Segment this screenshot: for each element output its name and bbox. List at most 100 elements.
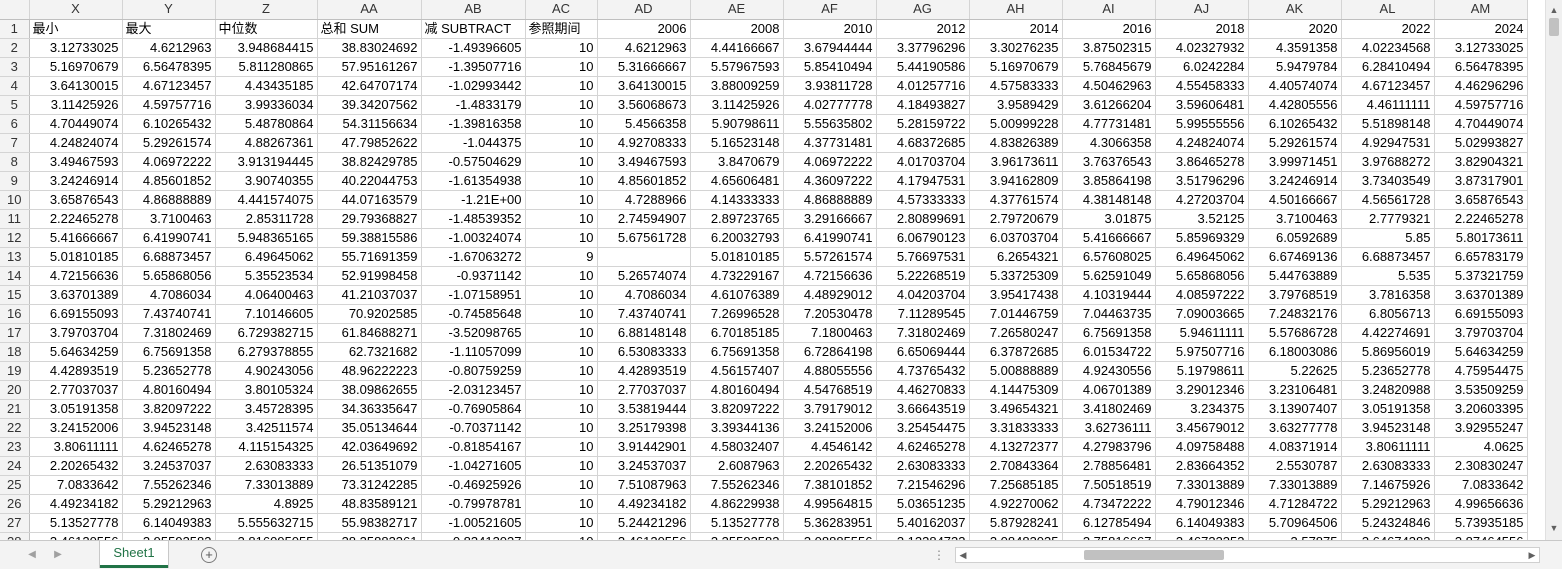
cell-aa14[interactable]: 52.91998458 (317, 266, 422, 286)
cell-af16[interactable]: 7.20530478 (783, 304, 877, 324)
cell-af26[interactable]: 4.99564815 (783, 494, 877, 514)
row-header[interactable]: 12 (0, 228, 30, 248)
cell-al6[interactable]: 5.51898148 (1341, 114, 1435, 134)
row-header[interactable]: 18 (0, 342, 30, 362)
cell-ah27[interactable]: 5.87928241 (969, 513, 1063, 533)
cell-ak1[interactable]: 2020 (1248, 19, 1342, 39)
cell-ag7[interactable]: 4.68372685 (876, 133, 970, 153)
cell-ai27[interactable]: 6.12785494 (1062, 513, 1156, 533)
cell-x19[interactable]: 4.42893519 (29, 361, 123, 381)
column-header-z[interactable]: Z (215, 0, 318, 20)
column-header-ae[interactable]: AE (690, 0, 784, 20)
row-header[interactable]: 7 (0, 133, 30, 153)
cell-ak19[interactable]: 5.22625 (1248, 361, 1342, 381)
cell-ad20[interactable]: 2.77037037 (597, 380, 691, 400)
cell-ah3[interactable]: 5.16970679 (969, 57, 1063, 77)
cell-ai2[interactable]: 3.87502315 (1062, 38, 1156, 58)
cell-aa20[interactable]: 38.09862655 (317, 380, 422, 400)
cell-ak17[interactable]: 5.57686728 (1248, 323, 1342, 343)
cell-z12[interactable]: 5.948365165 (215, 228, 318, 248)
cell-x10[interactable]: 3.65876543 (29, 190, 123, 210)
cell-ak11[interactable]: 3.7100463 (1248, 209, 1342, 229)
cell-am4[interactable]: 4.46296296 (1434, 76, 1528, 96)
cell-aa3[interactable]: 57.95161267 (317, 57, 422, 77)
cell-x17[interactable]: 3.79703704 (29, 323, 123, 343)
cell-aa27[interactable]: 55.98382717 (317, 513, 422, 533)
cell-z3[interactable]: 5.811280865 (215, 57, 318, 77)
cell-ac25[interactable]: 10 (525, 475, 598, 495)
cell-ad13[interactable] (597, 247, 691, 267)
column-header-ac[interactable]: AC (525, 0, 598, 20)
cell-ag21[interactable]: 3.66643519 (876, 399, 970, 419)
cell-ag26[interactable]: 5.03651235 (876, 494, 970, 514)
cell-ai23[interactable]: 4.27983796 (1062, 437, 1156, 457)
cell-ae17[interactable]: 6.70185185 (690, 323, 784, 343)
cell-ab21[interactable]: -0.76905864 (421, 399, 526, 419)
cell-ai25[interactable]: 7.50518519 (1062, 475, 1156, 495)
row-header[interactable]: 14 (0, 266, 30, 286)
cell-y17[interactable]: 7.31802469 (122, 323, 216, 343)
column-header-al[interactable]: AL (1341, 0, 1435, 20)
cell-x27[interactable]: 5.13527778 (29, 513, 123, 533)
cell-y9[interactable]: 4.85601852 (122, 171, 216, 191)
scroll-right-icon[interactable]: ▶ (1525, 548, 1539, 562)
cell-ab20[interactable]: -2.03123457 (421, 380, 526, 400)
cell-ak4[interactable]: 4.40574074 (1248, 76, 1342, 96)
cell-ag14[interactable]: 5.22268519 (876, 266, 970, 286)
cell-ab13[interactable]: -1.67063272 (421, 247, 526, 267)
cell-x25[interactable]: 7.0833642 (29, 475, 123, 495)
cell-aa18[interactable]: 62.7321682 (317, 342, 422, 362)
cell-am9[interactable]: 3.87317901 (1434, 171, 1528, 191)
cell-ak7[interactable]: 5.29261574 (1248, 133, 1342, 153)
cell-y10[interactable]: 4.86888889 (122, 190, 216, 210)
cell-ae27[interactable]: 5.13527778 (690, 513, 784, 533)
cell-x5[interactable]: 3.11425926 (29, 95, 123, 115)
cell-x15[interactable]: 3.63701389 (29, 285, 123, 305)
cell-table[interactable]: X Y Z AA AB AC AD AE AF AG AH AI AJ AK AL AM 1 最小 最大 中位数 总和… (0, 0, 1528, 540)
cell-aj8[interactable]: 3.86465278 (1155, 152, 1249, 172)
cell-ac11[interactable]: 10 (525, 209, 598, 229)
cell-af24[interactable]: 2.20265432 (783, 456, 877, 476)
cell-z24[interactable]: 2.63083333 (215, 456, 318, 476)
column-header-ai[interactable]: AI (1062, 0, 1156, 20)
cell-ad15[interactable]: 4.7086034 (597, 285, 691, 305)
cell-ah4[interactable]: 4.57583333 (969, 76, 1063, 96)
cell-ak16[interactable]: 7.24832176 (1248, 304, 1342, 324)
cell-z22[interactable]: 3.42511574 (215, 418, 318, 438)
cell-al4[interactable]: 4.67123457 (1341, 76, 1435, 96)
cell-ab19[interactable]: -0.80759259 (421, 361, 526, 381)
select-all-corner[interactable] (0, 0, 30, 20)
cell-ae2[interactable]: 4.44166667 (690, 38, 784, 58)
cell-ak18[interactable]: 6.18003086 (1248, 342, 1342, 362)
cell-x2[interactable]: 3.12733025 (29, 38, 123, 58)
cell-ag11[interactable]: 2.80899691 (876, 209, 970, 229)
cell-ab24[interactable]: -1.04271605 (421, 456, 526, 476)
cell-ai19[interactable]: 4.92430556 (1062, 361, 1156, 381)
cell-y11[interactable]: 3.7100463 (122, 209, 216, 229)
cell-aa21[interactable]: 34.36335647 (317, 399, 422, 419)
cell-am23[interactable]: 4.0625 (1434, 437, 1528, 457)
cell-ak10[interactable]: 4.50166667 (1248, 190, 1342, 210)
cell-ai3[interactable]: 5.76845679 (1062, 57, 1156, 77)
cell-ad24[interactable]: 3.24537037 (597, 456, 691, 476)
cell-aa11[interactable]: 29.79368827 (317, 209, 422, 229)
cell-am25[interactable]: 7.0833642 (1434, 475, 1528, 495)
cell-aj25[interactable]: 7.33013889 (1155, 475, 1249, 495)
cell-ah9[interactable]: 3.94162809 (969, 171, 1063, 191)
cell-x24[interactable]: 2.20265432 (29, 456, 123, 476)
column-header-ab[interactable]: AB (421, 0, 526, 20)
cell-ab12[interactable]: -1.00324074 (421, 228, 526, 248)
cell-ad17[interactable]: 6.88148148 (597, 323, 691, 343)
cell-x18[interactable]: 5.64634259 (29, 342, 123, 362)
cell-ag22[interactable]: 3.25454475 (876, 418, 970, 438)
cell-ai26[interactable]: 4.73472222 (1062, 494, 1156, 514)
row-header[interactable]: 2 (0, 38, 30, 58)
cell-aj4[interactable]: 4.55458333 (1155, 76, 1249, 96)
cell-aj5[interactable]: 3.59606481 (1155, 95, 1249, 115)
cell-ag28[interactable]: 3.12384733 (876, 532, 970, 540)
cell-aa7[interactable]: 47.79852622 (317, 133, 422, 153)
cell-aa4[interactable]: 42.64707174 (317, 76, 422, 96)
column-header-ah[interactable]: AH (969, 0, 1063, 20)
cell-am15[interactable]: 3.63701389 (1434, 285, 1528, 305)
cell-ac2[interactable]: 10 (525, 38, 598, 58)
